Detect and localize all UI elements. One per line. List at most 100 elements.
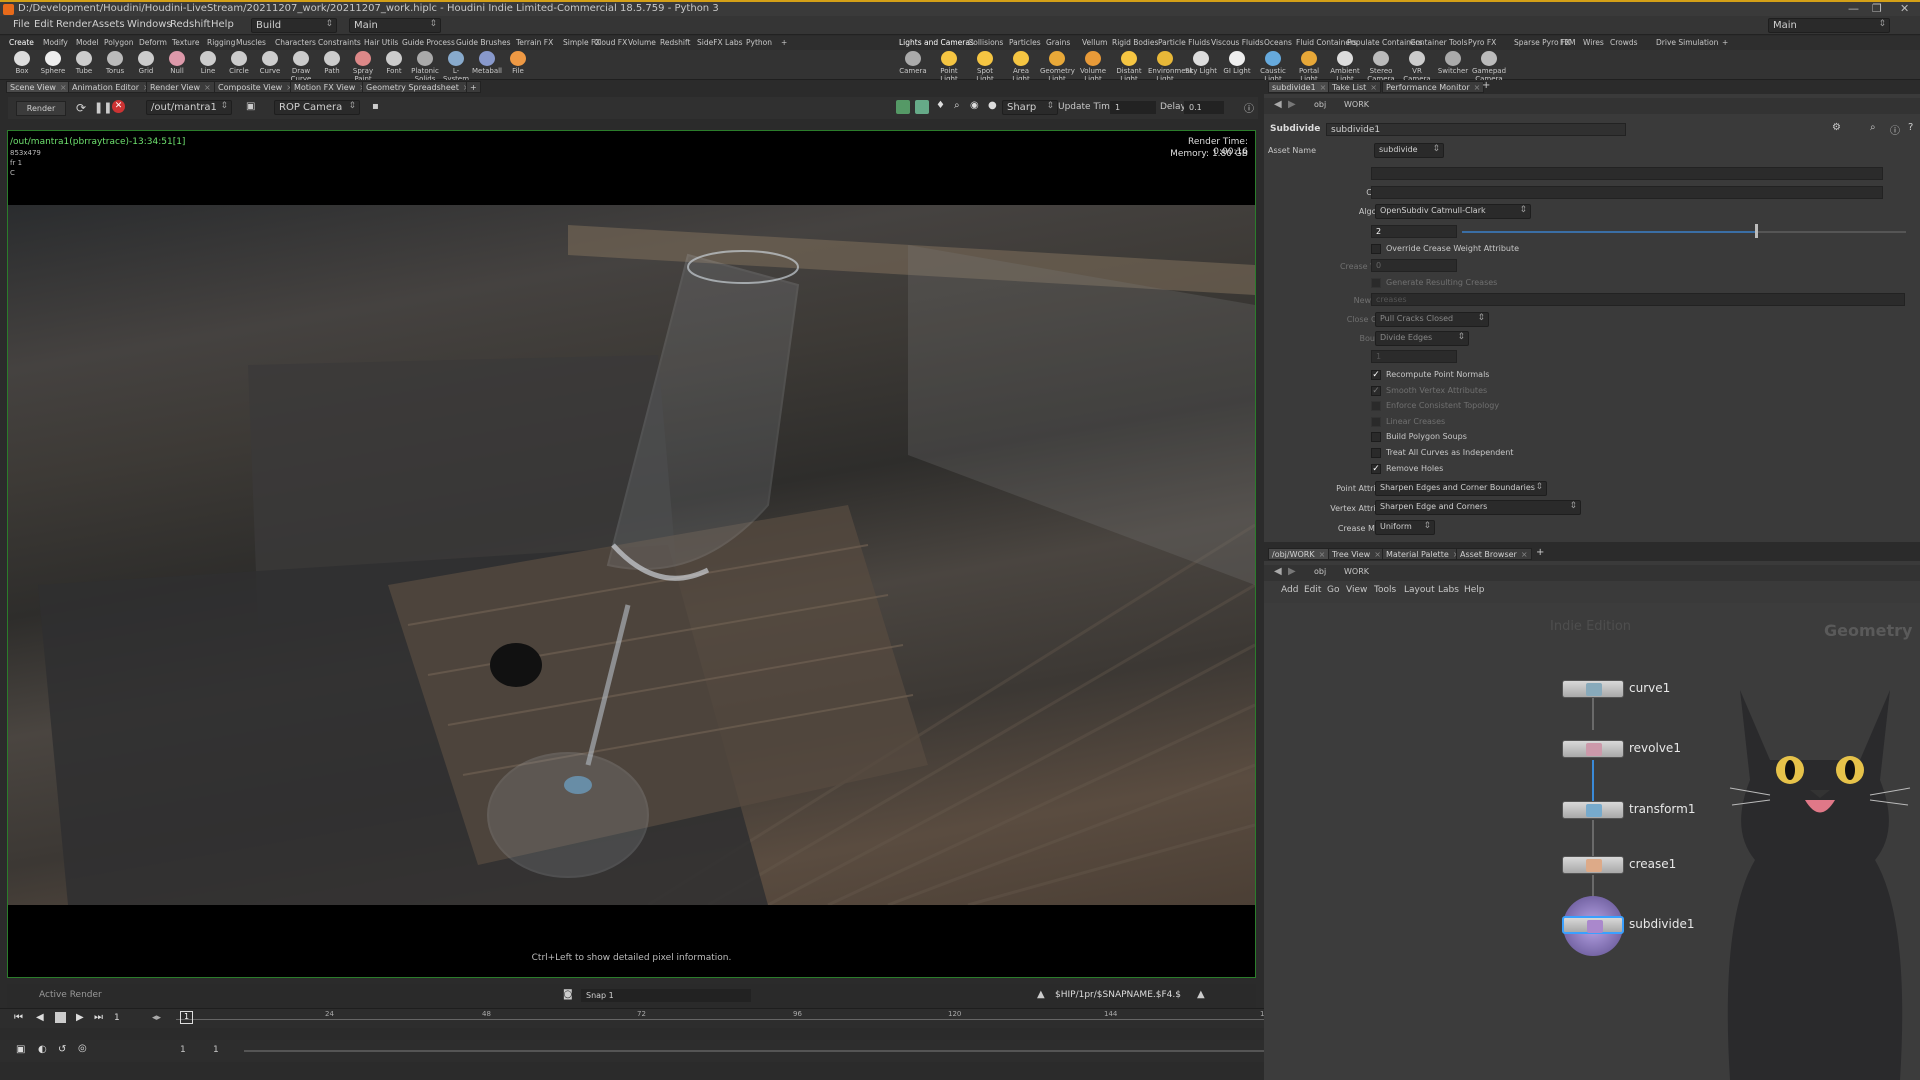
shelf-tool-portal-light[interactable]: Portal Light [1292, 51, 1326, 83]
shelf-tool-box[interactable]: Box [7, 51, 37, 75]
path-obj[interactable]: obj [1314, 100, 1326, 109]
shelf-tool-ambient-light[interactable]: Ambient Light [1328, 51, 1362, 83]
path-work[interactable]: WORK [1344, 567, 1369, 576]
shelf-tool-volume-light[interactable]: Volume Light [1076, 51, 1110, 83]
crease-weight-field[interactable]: 0 [1371, 259, 1457, 272]
bias-field[interactable]: 1 [1371, 350, 1457, 363]
menu-edit[interactable]: Edit [34, 19, 53, 30]
maximize-button[interactable]: ❐ [1872, 2, 1882, 15]
menu-render[interactable]: Render [56, 19, 92, 30]
shelf-tab[interactable]: Redshift [660, 38, 690, 47]
preview-icon[interactable] [915, 100, 929, 114]
stop-render-icon[interactable]: ✕ [112, 100, 125, 113]
shelf-tab[interactable]: Hair Utils [364, 38, 398, 47]
shelf-tab[interactable]: Guide Process [402, 38, 455, 47]
node-name-field[interactable]: subdivide1 [1326, 123, 1626, 136]
pane-tab[interactable]: Render View × [146, 81, 215, 93]
loop-icon[interactable]: ↺ [58, 1044, 66, 1055]
shelf-tool-font[interactable]: Font [379, 51, 409, 75]
node-subdivide1[interactable] [1562, 916, 1624, 934]
shelf-tab[interactable]: Viscous Fluids [1211, 38, 1264, 47]
range-start2-field[interactable]: 1 [213, 1045, 219, 1055]
shelf-tool-stereo-camera[interactable]: Stereo Camera [1364, 51, 1398, 83]
render-viewport[interactable]: /out/mantra1(pbrraytrace)-13:34:51[1] 85… [7, 130, 1256, 978]
shelf-tab[interactable]: Polygon [104, 38, 133, 47]
pause-icon[interactable]: ❚❚ [94, 101, 112, 114]
menu-redshift[interactable]: Redshift [170, 19, 211, 30]
node-curve1[interactable] [1562, 680, 1624, 698]
right-desktop-dropdown[interactable]: Main [1768, 18, 1890, 33]
back-icon[interactable]: ◀ [1274, 566, 1282, 577]
shelf-tab[interactable]: Create [9, 38, 34, 47]
play-icon[interactable]: ▶ [76, 1012, 84, 1023]
forward-icon[interactable]: ▶ [1288, 99, 1296, 110]
tab-take-list[interactable]: Take List × [1328, 81, 1381, 93]
close-cracks-dropdown[interactable]: Pull Cracks Closed [1375, 312, 1489, 327]
boundary-dropdown[interactable]: Divide Edges [1375, 331, 1469, 346]
shelf-tab[interactable]: Constraints [318, 38, 361, 47]
lock-icon[interactable]: ▲ [1037, 989, 1045, 1000]
shelf-tab[interactable]: Container Tools [1410, 38, 1468, 47]
stop-icon[interactable] [55, 1012, 66, 1023]
delay-field[interactable]: 0.1 [1184, 101, 1224, 114]
back-icon[interactable]: ◀ [1274, 99, 1282, 110]
linear-creases-checkbox[interactable] [1371, 417, 1381, 427]
current-frame-field[interactable]: 1 [114, 1013, 120, 1023]
shelf-tab[interactable]: Oceans [1264, 38, 1292, 47]
shelf-tab[interactable]: Characters [275, 38, 316, 47]
shelf-tool-area-light[interactable]: Area Light [1004, 51, 1038, 83]
help-icon[interactable]: ⓘ [1244, 100, 1254, 115]
shelf-tab[interactable]: Particle Fluids [1158, 38, 1210, 47]
shelf-tool-draw-curve[interactable]: Draw Curve [286, 51, 316, 83]
path-work[interactable]: WORK [1344, 100, 1369, 109]
shelf-tool-point-light[interactable]: Point Light [932, 51, 966, 83]
vertex-attr-dropdown[interactable]: Sharpen Edge and Corners [1375, 500, 1581, 515]
override-crease-checkbox[interactable] [1371, 244, 1381, 254]
close-button[interactable]: ✕ [1900, 2, 1909, 15]
menu-help[interactable]: Help [211, 19, 234, 30]
recompute-normals-checkbox[interactable]: ✓ [1371, 370, 1381, 380]
new-group-field[interactable]: creases [1371, 293, 1905, 306]
main-dropdown[interactable]: Main [349, 18, 441, 33]
shelf-tool-metaball[interactable]: Metaball [472, 51, 502, 75]
shelf-tool-null[interactable]: Null [162, 51, 192, 75]
add-tab-icon[interactable]: + [1536, 547, 1544, 558]
minimize-button[interactable]: — [1848, 2, 1859, 15]
group-field[interactable] [1371, 167, 1883, 180]
shelf-tab[interactable]: Muscles [236, 38, 266, 47]
node-label-transform1[interactable]: transform1 [1629, 802, 1695, 816]
shelf-tab[interactable]: + [781, 38, 787, 47]
menu-file[interactable]: File [13, 19, 30, 30]
snapshot-icon[interactable]: ◉ [970, 100, 979, 111]
step-icon[interactable]: ◂▸ [152, 1013, 161, 1023]
build-soups-checkbox[interactable] [1371, 432, 1381, 442]
play-back-icon[interactable]: ◀ [36, 1012, 44, 1023]
network-menu-view[interactable]: View [1346, 585, 1367, 595]
shelf-tab[interactable]: Pyro FX [1468, 38, 1496, 47]
shelf-tab[interactable]: Deform [139, 38, 167, 47]
shelf-tab[interactable]: Crowds [1610, 38, 1638, 47]
forward-icon[interactable]: ▶ [1288, 566, 1296, 577]
jump-end-icon[interactable]: ⏭ [94, 1012, 103, 1023]
depth-slider-handle[interactable] [1755, 224, 1758, 238]
shelf-tool-spray-paint[interactable]: Spray Paint [348, 51, 378, 83]
zoom-icon[interactable]: ⌕ [954, 100, 960, 111]
shelf-tool-curve[interactable]: Curve [255, 51, 285, 75]
shelf-tool-path[interactable]: Path [317, 51, 347, 75]
keys-icon[interactable]: ▣ [16, 1044, 25, 1055]
node-label-crease1[interactable]: crease1 [1629, 857, 1676, 871]
shelf-tool-line[interactable]: Line [193, 51, 223, 75]
shelf-tool-geometry-light[interactable]: Geometry Light [1040, 51, 1075, 83]
audio-icon[interactable]: ◐ [38, 1044, 47, 1055]
shelf-tool-file[interactable]: File [503, 51, 533, 75]
shelf-tool-platonic-solids[interactable]: Platonic Solids [410, 51, 440, 83]
tab-material-palette[interactable]: Material Palette× [1382, 548, 1464, 560]
shelf-tab[interactable]: + [1722, 38, 1728, 47]
network-menu-tools[interactable]: Tools [1374, 585, 1396, 595]
shelf-tab[interactable]: Vellum [1082, 38, 1107, 47]
node-crease1[interactable] [1562, 856, 1624, 874]
pane-tab[interactable]: Motion FX View× [290, 81, 370, 93]
network-menu-help[interactable]: Help [1464, 585, 1485, 595]
range-start-field[interactable]: 1 [180, 1045, 186, 1055]
camera-snapshot-icon[interactable]: ◙ [563, 989, 573, 1000]
